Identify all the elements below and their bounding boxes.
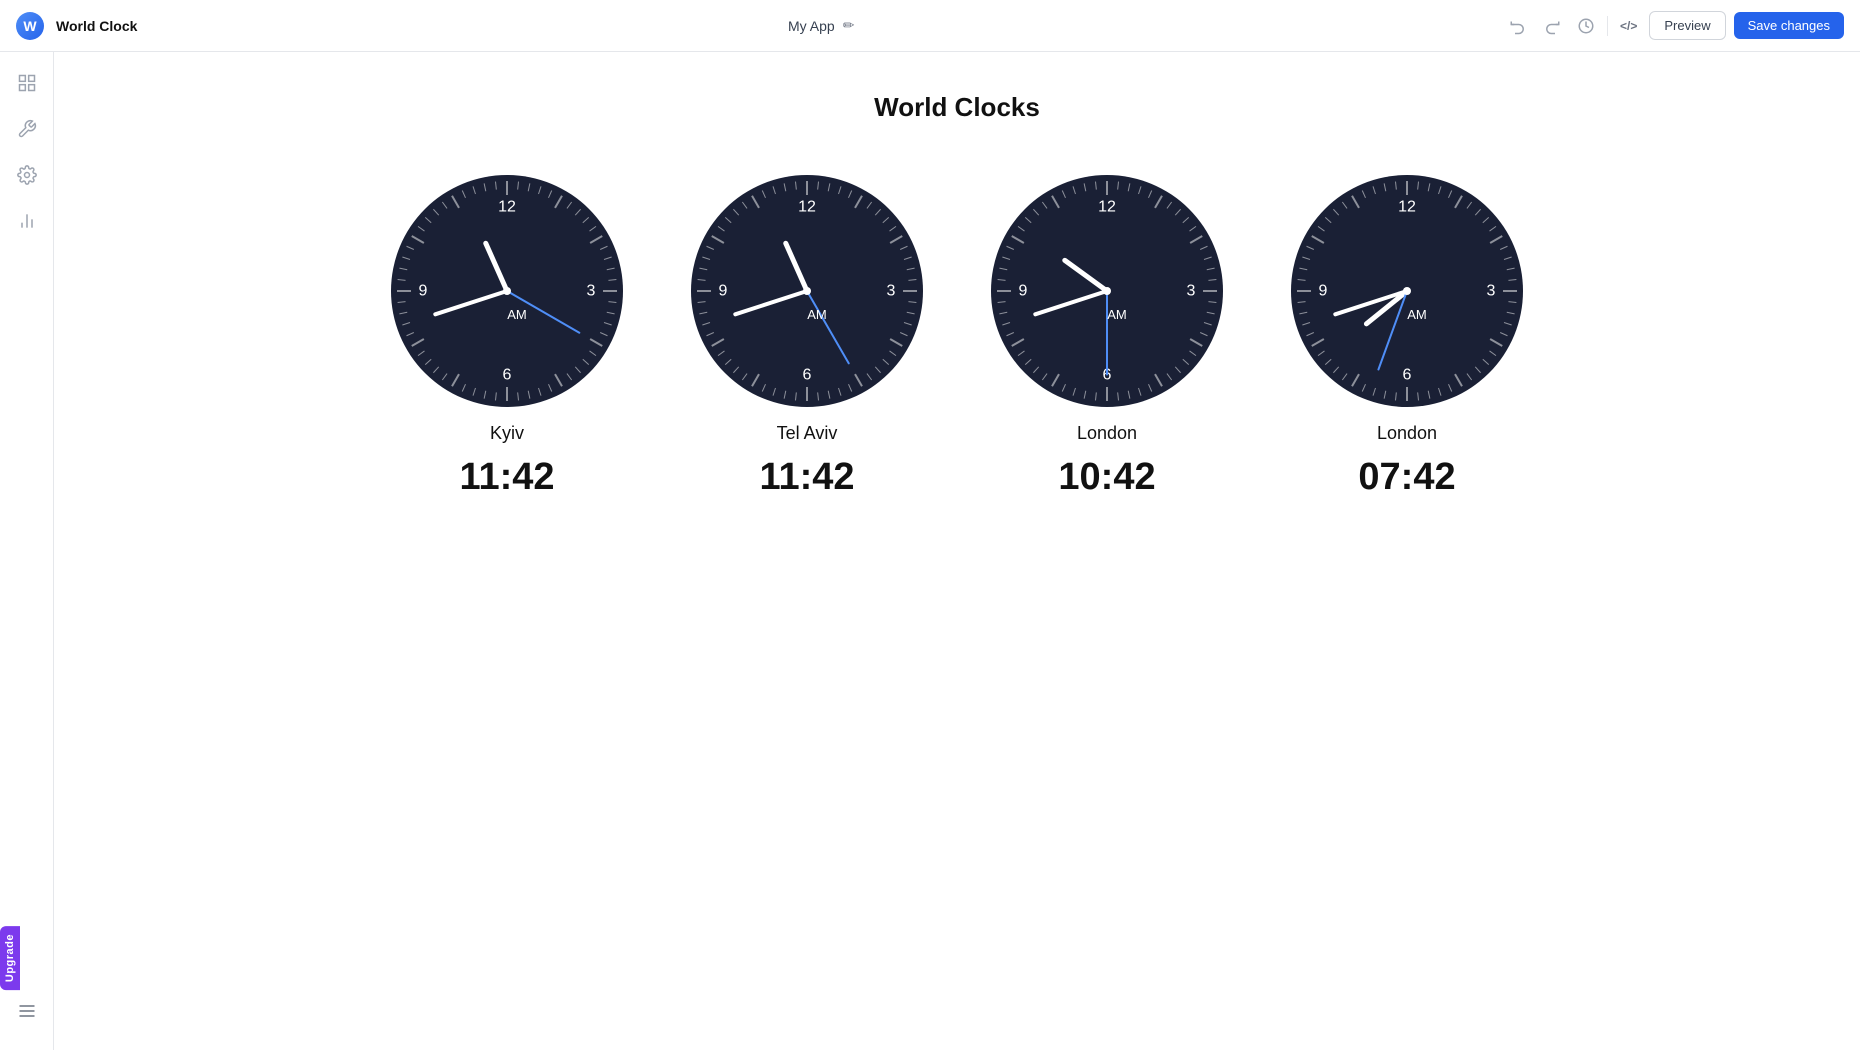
svg-text:6: 6: [1403, 367, 1412, 384]
app-name-label: My App: [788, 18, 835, 34]
svg-text:12: 12: [498, 199, 516, 216]
clock-face: 12 3 6 9 AM: [1287, 171, 1527, 411]
svg-text:3: 3: [587, 283, 596, 300]
svg-text:3: 3: [1487, 283, 1496, 300]
svg-text:12: 12: [798, 199, 816, 216]
svg-text:9: 9: [1019, 283, 1028, 300]
topbar-center: My App ✏: [149, 17, 1493, 34]
redo-button[interactable]: [1539, 13, 1565, 39]
preview-button[interactable]: Preview: [1649, 11, 1725, 40]
svg-text:6: 6: [503, 367, 512, 384]
clock-city: London: [1377, 423, 1437, 444]
svg-text:12: 12: [1398, 199, 1416, 216]
sidebar-bottom: [8, 992, 46, 1038]
svg-text:12: 12: [1098, 199, 1116, 216]
sidebar-bottom-icon[interactable]: [8, 992, 46, 1030]
clock-item: 12 3 6 9 AM Kyiv 11:42: [387, 171, 627, 499]
svg-text:AM: AM: [507, 307, 527, 322]
app-logo: W: [16, 12, 44, 40]
layout: Upgrade World Clocks 12 3 6 9 AM Kyiv 11:42 12 3…: [0, 52, 1860, 1050]
sidebar-item-settings[interactable]: [8, 156, 46, 194]
clock-time: 11:42: [759, 456, 854, 499]
app-title: World Clock: [56, 18, 137, 34]
clock-city: London: [1077, 423, 1137, 444]
edit-icon[interactable]: ✏: [843, 17, 855, 34]
page-title: World Clocks: [874, 92, 1040, 123]
clock-face: 12 3 6 9 AM: [687, 171, 927, 411]
topbar-right: </> Preview Save changes: [1505, 11, 1844, 40]
clock-city: Tel Aviv: [777, 423, 838, 444]
undo-button[interactable]: [1505, 13, 1531, 39]
clocks-row: 12 3 6 9 AM Kyiv 11:42 12 3 6 9 AM Tel Aviv 11:42 12 3 6…: [387, 171, 1527, 499]
main-content: World Clocks 12 3 6 9 AM Kyiv 11:42 12 3 6 9 AM Tel …: [54, 52, 1860, 1050]
svg-text:AM: AM: [1107, 307, 1127, 322]
svg-text:AM: AM: [1407, 307, 1427, 322]
clock-item: 12369AMLondon10:42: [987, 171, 1227, 499]
save-changes-button[interactable]: Save changes: [1734, 12, 1844, 39]
sidebar-item-analytics[interactable]: [8, 202, 46, 240]
upgrade-button[interactable]: Upgrade: [0, 926, 20, 990]
sidebar-item-tools[interactable]: [8, 110, 46, 148]
clock-face: 12369AM: [987, 171, 1227, 411]
svg-text:9: 9: [1319, 283, 1328, 300]
svg-text:3: 3: [1187, 283, 1196, 300]
clock-item: 12 3 6 9 AM Tel Aviv 11:42: [687, 171, 927, 499]
sidebar: Upgrade: [0, 52, 54, 1050]
clock-item: 12 3 6 9 AM London 07:42: [1287, 171, 1527, 499]
svg-text:3: 3: [887, 283, 896, 300]
clock-city: Kyiv: [490, 423, 524, 444]
clock-time: 10:42: [1058, 456, 1155, 499]
svg-text:AM: AM: [807, 307, 827, 322]
svg-text:6: 6: [803, 367, 812, 384]
clock-time: 11:42: [459, 456, 554, 499]
clock-face: 12 3 6 9 AM: [387, 171, 627, 411]
history-button[interactable]: [1573, 13, 1599, 39]
svg-text:9: 9: [719, 283, 728, 300]
topbar: W World Clock My App ✏ </> Preview Save …: [0, 0, 1860, 52]
divider: [1607, 16, 1608, 36]
code-button[interactable]: </>: [1616, 15, 1641, 37]
clock-time: 07:42: [1358, 456, 1455, 499]
svg-text:9: 9: [419, 283, 428, 300]
sidebar-item-grid[interactable]: [8, 64, 46, 102]
